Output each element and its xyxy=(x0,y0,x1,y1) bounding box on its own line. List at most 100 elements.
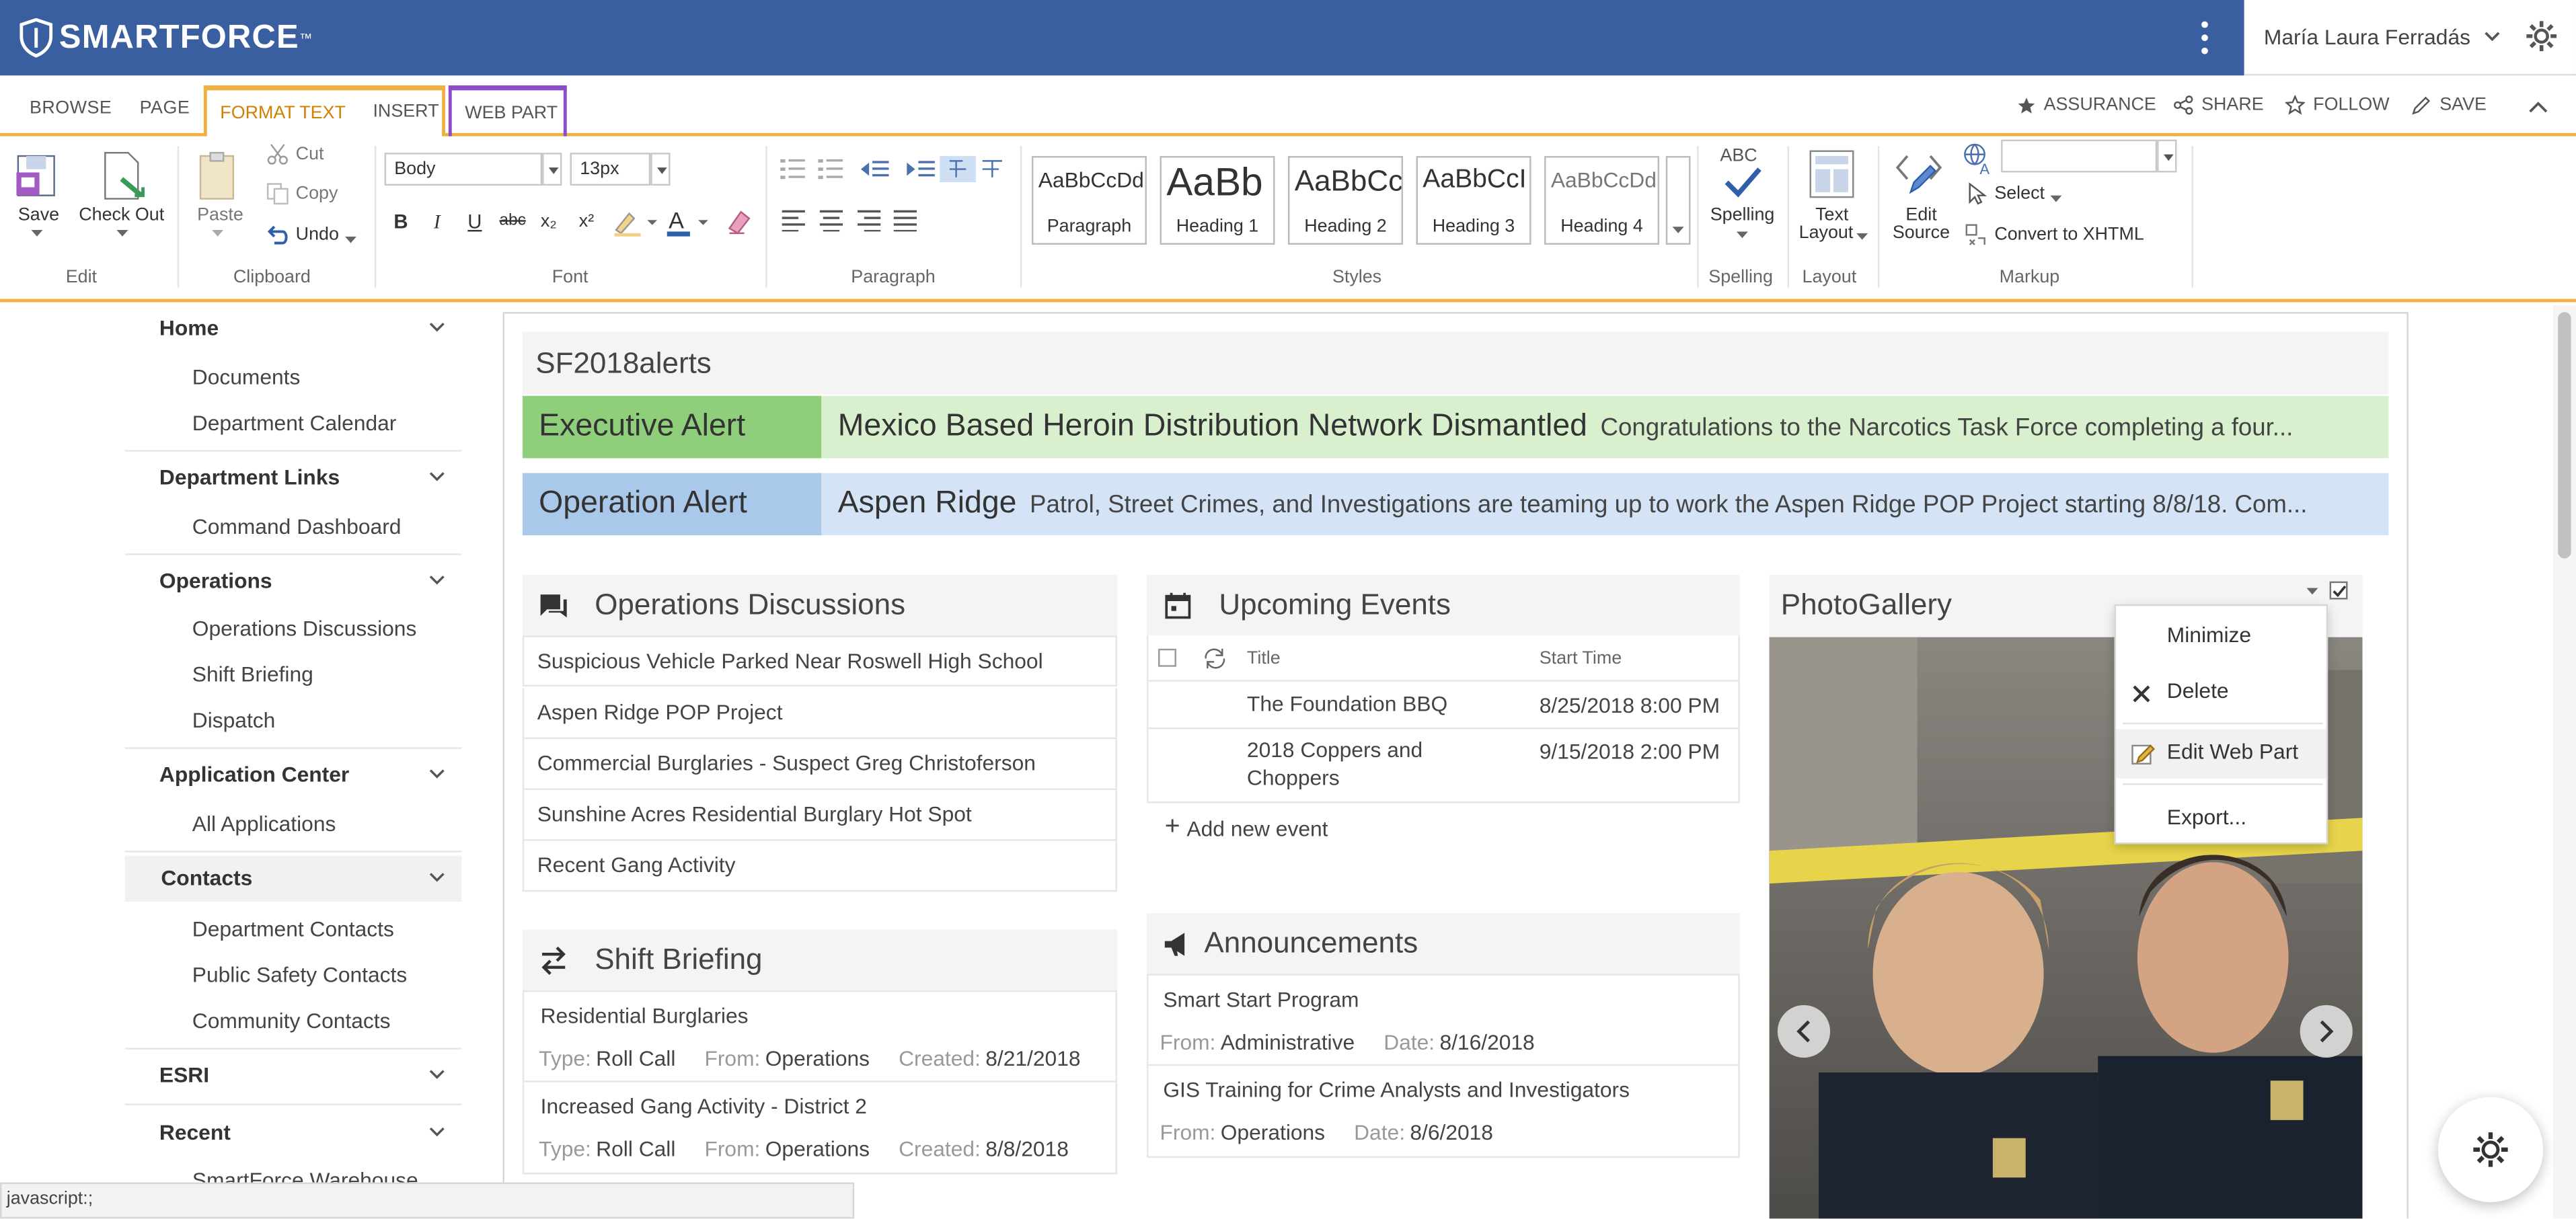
nav-department-contacts[interactable]: Department Contacts xyxy=(192,916,394,941)
col-title[interactable]: Title xyxy=(1247,649,1281,668)
font-size-select[interactable]: 13px xyxy=(570,153,651,186)
nav-contacts[interactable]: Contacts xyxy=(124,855,462,902)
col-start-time[interactable]: Start Time xyxy=(1540,649,1622,668)
chevron-down-icon[interactable] xyxy=(429,872,445,882)
assurance-button[interactable]: ASSURANCE xyxy=(2018,95,2156,115)
markup-styles-dropdown-icon[interactable] xyxy=(2157,139,2177,173)
refresh-icon[interactable] xyxy=(1203,647,1227,670)
chevron-down-icon[interactable] xyxy=(429,1069,445,1079)
page-scrollbar[interactable] xyxy=(2552,305,2576,1219)
follow-button[interactable]: FOLLOW xyxy=(2285,95,2390,115)
menu-edit-web-part[interactable]: Edit Web Part xyxy=(2116,729,2326,779)
convert-xhtml-button[interactable]: Convert to XHTML xyxy=(1965,223,2144,246)
webpart-select-checkbox[interactable] xyxy=(2329,581,2348,600)
event-title-line2[interactable]: Choppers xyxy=(1247,765,1340,790)
collapse-ribbon-icon[interactable] xyxy=(2528,99,2548,115)
style-heading-3[interactable]: AaBbCcI Heading 3 xyxy=(1416,156,1531,245)
nav-recent[interactable]: Recent xyxy=(125,1110,462,1156)
spelling-button[interactable]: Spelling xyxy=(1710,205,1775,225)
save-page-button[interactable]: SAVE xyxy=(2412,95,2487,115)
chevron-down-icon[interactable] xyxy=(1856,233,1868,241)
clear-format-icon[interactable] xyxy=(724,207,754,237)
add-event-button[interactable]: + Add new event xyxy=(1165,813,1328,842)
tab-browse[interactable]: BROWSE xyxy=(30,99,112,118)
menu-export[interactable]: Export... xyxy=(2116,795,2326,844)
list-indent-icons[interactable] xyxy=(779,156,1016,183)
chevron-down-icon[interactable] xyxy=(429,769,445,779)
discussion-item[interactable]: Commercial Burglaries - Suspect Greg Chr… xyxy=(522,739,1117,790)
font-size-dropdown-icon[interactable] xyxy=(650,153,671,186)
more-options-icon[interactable] xyxy=(2195,18,2214,58)
cut-button[interactable]: Cut xyxy=(266,143,324,166)
chevron-down-icon[interactable] xyxy=(1736,231,1748,239)
nav-command-dashboard[interactable]: Command Dashboard xyxy=(192,514,402,539)
event-row[interactable]: The Foundation BBQ 8/25/2018 8:00 PM xyxy=(1146,681,1740,730)
subscript-icon[interactable]: x₂ xyxy=(534,207,564,237)
discussion-item[interactable]: Sunshine Acres Residential Burglary Hot … xyxy=(522,789,1117,841)
nav-home[interactable]: Home xyxy=(125,305,462,351)
undo-button[interactable]: Undo xyxy=(266,223,357,246)
brand-logo[interactable]: SMARTFORCE ™ xyxy=(20,16,312,59)
font-color-icon[interactable]: A xyxy=(665,207,711,237)
superscript-icon[interactable]: x² xyxy=(572,207,601,237)
menu-delete[interactable]: Delete xyxy=(2116,668,2326,717)
chevron-down-icon[interactable] xyxy=(116,229,128,238)
styles-more-button[interactable] xyxy=(1665,156,1691,245)
chevron-down-icon[interactable] xyxy=(31,229,43,238)
nav-application-center[interactable]: Application Center xyxy=(125,752,462,798)
executive-alert[interactable]: Executive Alert Mexico Based Heroin Dist… xyxy=(522,395,2389,459)
bold-icon[interactable]: B xyxy=(386,207,416,237)
gallery-prev-button[interactable] xyxy=(1777,1005,1831,1058)
chevron-down-icon[interactable] xyxy=(429,1127,445,1137)
save-button[interactable]: Save xyxy=(18,205,59,225)
strikethrough-icon[interactable]: abc xyxy=(498,207,527,237)
edit-source-label-1[interactable]: Edit xyxy=(1905,205,1936,225)
floating-settings-button[interactable] xyxy=(2437,1097,2544,1202)
nav-operations-discussions[interactable]: Operations Discussions xyxy=(192,616,417,641)
chevron-down-icon[interactable] xyxy=(212,229,224,238)
operation-alert[interactable]: Operation Alert Aspen Ridge Patrol, Stree… xyxy=(522,473,2389,536)
alignment-icons[interactable] xyxy=(779,208,927,232)
chevron-down-icon[interactable] xyxy=(2483,26,2502,46)
event-title-line1[interactable]: 2018 Coppers and xyxy=(1247,738,1423,762)
gear-icon[interactable] xyxy=(2524,18,2560,54)
style-heading-1[interactable]: AaBb Heading 1 xyxy=(1160,156,1275,245)
chevron-down-icon[interactable] xyxy=(429,575,445,585)
tab-page[interactable]: PAGE xyxy=(140,99,190,118)
briefing-item[interactable]: Increased Gang Activity - District 2 Typ… xyxy=(522,1082,1117,1175)
style-paragraph[interactable]: AaBbCcDdE Paragraph xyxy=(1031,156,1147,245)
nav-department-links[interactable]: Department Links xyxy=(125,455,462,501)
nav-department-calendar[interactable]: Department Calendar xyxy=(192,411,397,436)
select-button[interactable]: Select xyxy=(1967,182,2061,205)
nav-operations[interactable]: Operations xyxy=(125,558,462,604)
discussion-item[interactable]: Recent Gang Activity xyxy=(522,840,1117,892)
nav-documents[interactable]: Documents xyxy=(192,364,301,389)
user-name[interactable]: María Laura Ferradás xyxy=(2264,25,2470,50)
text-layout-label-1[interactable]: Text xyxy=(1815,205,1848,225)
event-row[interactable]: 2018 Coppers and Choppers 9/15/2018 2:00… xyxy=(1146,729,1740,803)
briefing-title[interactable]: Residential Burglaries xyxy=(541,1003,749,1028)
italic-icon[interactable]: I xyxy=(422,207,452,237)
style-heading-2[interactable]: AaBbCc Heading 2 xyxy=(1287,156,1403,245)
style-heading-4[interactable]: AaBbCcDdE Heading 4 xyxy=(1544,156,1660,245)
announcement-title[interactable]: GIS Training for Crime Analysts and Inve… xyxy=(1163,1077,1630,1102)
nav-all-applications[interactable]: All Applications xyxy=(192,812,336,836)
chevron-down-icon[interactable] xyxy=(429,471,445,481)
check-out-button[interactable]: Check Out xyxy=(79,205,164,225)
webpart-menu-chevron-icon[interactable] xyxy=(2306,588,2318,596)
nav-dispatch[interactable]: Dispatch xyxy=(192,708,276,733)
discussion-item[interactable]: Aspen Ridge POP Project xyxy=(522,688,1117,740)
event-title[interactable]: The Foundation BBQ xyxy=(1247,691,1447,716)
markup-styles-select[interactable] xyxy=(2001,139,2158,173)
nav-shift-briefing[interactable]: Shift Briefing xyxy=(192,662,313,686)
announcement-title[interactable]: Smart Start Program xyxy=(1163,987,1359,1012)
discussion-item[interactable]: Suspicious Vehicle Parked Near Roswell H… xyxy=(522,635,1117,687)
tab-web-part[interactable]: WEB PART xyxy=(448,85,567,140)
paste-button[interactable]: Paste xyxy=(197,205,243,225)
text-layout-label-2[interactable]: Layout xyxy=(1799,223,1854,243)
nav-public-safety-contacts[interactable]: Public Safety Contacts xyxy=(192,962,407,987)
scrollbar-thumb[interactable] xyxy=(2558,312,2571,559)
gallery-next-button[interactable] xyxy=(2300,1005,2353,1058)
font-family-dropdown-icon[interactable] xyxy=(542,153,562,186)
user-menu[interactable]: María Laura Ferradás xyxy=(2244,0,2576,76)
